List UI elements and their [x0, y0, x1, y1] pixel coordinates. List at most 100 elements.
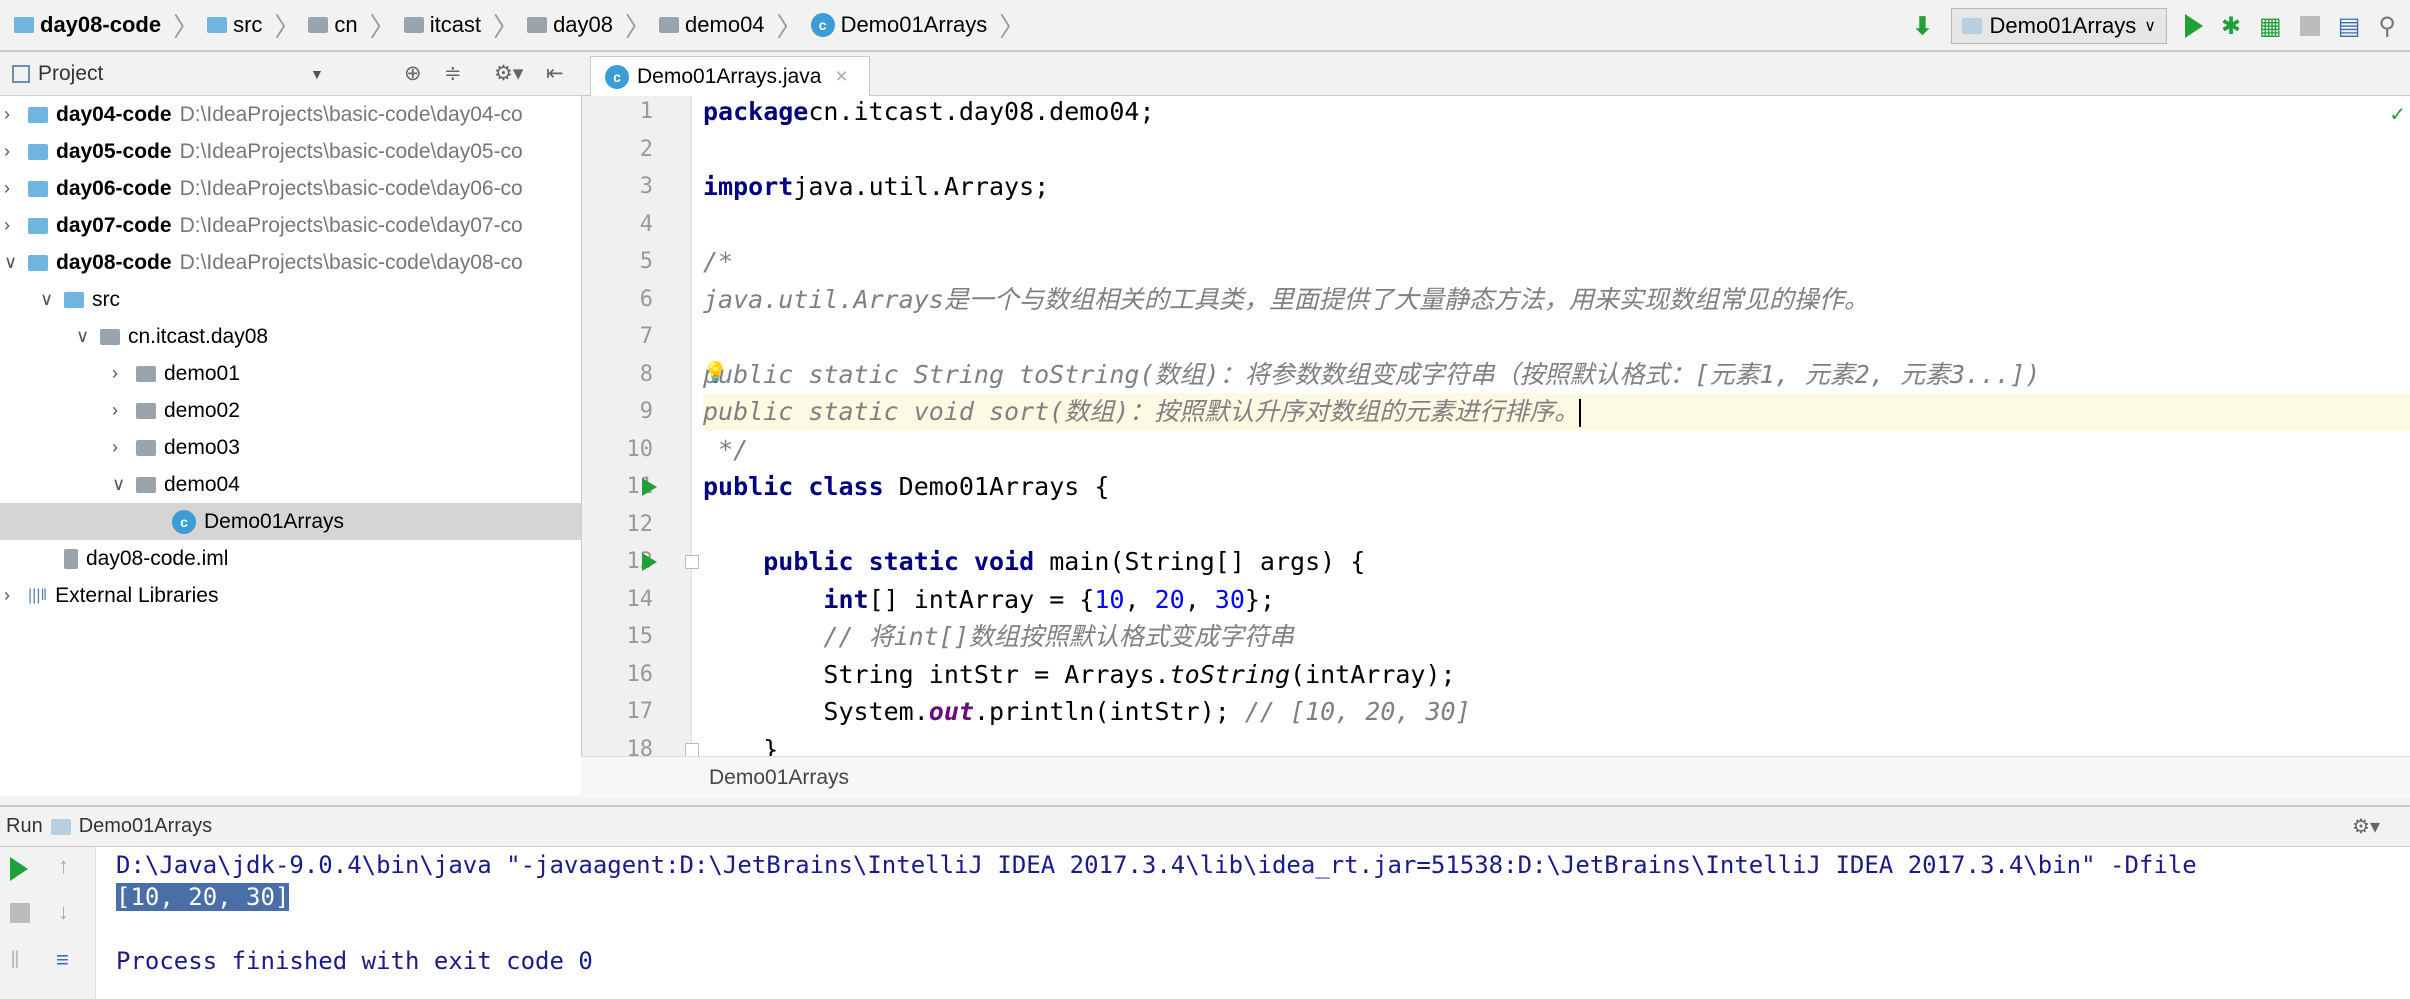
stop-button[interactable]	[2299, 16, 2320, 36]
tree-item[interactable]: › demo03	[0, 429, 581, 466]
chevron-right-icon: 〉	[369, 11, 396, 42]
run-tools: ↑ ↓ ‖ ≡	[0, 847, 96, 999]
library-icon: |||‖	[28, 586, 48, 604]
code-line: java.util.Arrays是一个与数组相关的工具类，里面提供了大量静态方法…	[703, 284, 1869, 314]
chevron-right-icon: 〉	[999, 11, 1026, 42]
breadcrumb-item[interactable]: src 〉	[207, 7, 300, 44]
lightbulb-icon[interactable]: 💡	[703, 360, 728, 385]
tab-demo01arrays-java[interactable]: c Demo01Arrays.java ×	[590, 56, 870, 97]
coverage-button[interactable]: ▦	[2259, 12, 2282, 41]
breadcrumb-item[interactable]: demo04 〉	[659, 7, 803, 44]
tree-item[interactable]: › day07-code D:\IdeaProjects\basic-code\da…	[0, 207, 581, 244]
module-path: D:\IdeaProjects\basic-code\day07-co	[179, 213, 523, 237]
run-gutter-icon[interactable]	[642, 478, 657, 496]
project-panel-header: Project ▼ ⊕ ≑ ⚙▾ ⇤	[0, 52, 581, 96]
line-number: 15	[626, 624, 654, 649]
chevron-right-icon[interactable]: ›	[4, 141, 20, 162]
debug-button[interactable]: ✱	[2221, 12, 2241, 41]
chevron-right-icon: 〉	[173, 11, 200, 42]
chevron-right-icon[interactable]: ›	[4, 585, 20, 606]
stop-button[interactable]	[10, 903, 30, 923]
line-number: 12	[626, 511, 654, 537]
console-line: [10, 20, 30]	[116, 883, 290, 911]
tree-item[interactable]: › day04-code D:\IdeaProjects\basic-code\da…	[0, 96, 581, 133]
code-line: // 将int[]数组按照默认格式变成字符串	[703, 622, 1294, 651]
project-structure-button[interactable]: ▤	[2338, 12, 2361, 41]
editor-breadcrumb: Demo01Arrays	[581, 756, 2410, 798]
line-number: 2	[639, 136, 653, 162]
code-editor[interactable]: 1234567891011121314151617181920 ✓ packag…	[581, 96, 2410, 756]
gear-icon[interactable]: ⚙▾	[2352, 814, 2380, 839]
tree-item[interactable]: › day06-code D:\IdeaProjects\basic-code\da…	[0, 170, 581, 207]
tree-item[interactable]: c Demo01Arrays	[0, 503, 581, 540]
tree-item[interactable]: ∨ src	[0, 281, 581, 318]
chevron-right-icon[interactable]: ›	[4, 178, 20, 199]
run-button[interactable]	[2184, 14, 2203, 38]
tree-item[interactable]: › demo02	[0, 392, 581, 429]
gear-icon[interactable]: ⚙▾	[494, 61, 523, 86]
file-icon	[64, 548, 78, 569]
folder-icon	[64, 291, 84, 308]
config-icon	[50, 818, 71, 835]
line-number: 17	[626, 699, 654, 724]
hide-panel-icon[interactable]: ⇤	[546, 61, 564, 86]
folder-icon	[100, 328, 120, 345]
module-path: D:\IdeaProjects\basic-code\day04-co	[179, 102, 523, 126]
tree-item[interactable]: ∨ day08-code D:\IdeaProjects\basic-code\da…	[0, 244, 581, 281]
folder-icon	[136, 402, 156, 419]
chevron-down-icon[interactable]: ∨	[76, 326, 92, 347]
line-number: 10	[626, 436, 654, 462]
chevron-right-icon[interactable]: ›	[112, 363, 128, 384]
fold-marker-icon[interactable]	[685, 742, 699, 756]
code-line: public static void main(String[] args) {	[763, 547, 1366, 576]
code-line: /*	[703, 247, 734, 276]
chevron-right-icon[interactable]: ›	[112, 437, 128, 458]
soft-wrap-icon[interactable]: ≡	[56, 947, 69, 973]
chevron-down-icon[interactable]: ▼	[310, 66, 324, 82]
breadcrumb-item[interactable]: itcast 〉	[403, 7, 520, 44]
code-line: */	[703, 434, 749, 464]
chevron-right-icon: 〉	[493, 11, 520, 42]
chevron-right-icon[interactable]: ›	[4, 215, 20, 236]
breadcrumb-item[interactable]: day08 〉	[527, 7, 651, 44]
tree-item[interactable]: › day05-code D:\IdeaProjects\basic-code\da…	[0, 133, 581, 170]
tree-item[interactable]: › demo01	[0, 355, 581, 392]
breadcrumb-item[interactable]: c Demo01Arrays 〉	[810, 7, 1026, 44]
tree-item[interactable]: ∨ cn.itcast.day08	[0, 318, 581, 355]
chevron-down-icon[interactable]: ∨	[4, 252, 20, 273]
breadcrumb-item[interactable]: cn 〉	[308, 7, 396, 44]
rerun-button[interactable]	[10, 857, 28, 881]
folder-icon	[14, 17, 34, 33]
run-gutter-icon[interactable]	[642, 553, 657, 571]
fold-marker-icon[interactable]	[685, 555, 699, 569]
java-class-icon: c	[605, 65, 629, 89]
locate-icon[interactable]: ⊕	[404, 61, 422, 86]
arrow-up-icon[interactable]: ↑	[58, 853, 69, 879]
line-number: 9	[639, 399, 653, 424]
module-path: D:\IdeaProjects\basic-code\day06-co	[179, 176, 523, 200]
chevron-right-icon[interactable]: ›	[112, 400, 128, 421]
search-icon[interactable]: ⚲	[2378, 12, 2396, 41]
chevron-down-icon[interactable]: ∨	[40, 289, 56, 310]
code-line: String intStr = Arrays.toString(intArray…	[703, 659, 1456, 689]
arrow-down-icon[interactable]: ↓	[58, 899, 69, 925]
pause-button[interactable]: ‖	[10, 947, 20, 975]
chevron-down-icon[interactable]: ∨	[112, 474, 128, 495]
chevron-right-icon: 〉	[274, 11, 301, 42]
console-output[interactable]: ↑ ↓ ‖ ≡ D:\Java\jdk-9.0.4\bin\java "-jav…	[0, 847, 2410, 999]
close-icon[interactable]: ×	[835, 65, 847, 89]
build-icon[interactable]: ⬇	[1912, 12, 1932, 41]
folder-icon	[207, 17, 228, 33]
chevron-right-icon: 〉	[776, 11, 803, 42]
code-line: public class Demo01Arrays {	[703, 472, 1110, 501]
line-number: 5	[639, 249, 653, 274]
chevron-right-icon[interactable]: ›	[4, 104, 20, 125]
tree-item[interactable]: ∨ demo04	[0, 466, 581, 503]
collapse-all-icon[interactable]: ≑	[444, 61, 462, 86]
tree-item[interactable]: day08-code.iml	[0, 540, 581, 577]
line-number: 3	[639, 174, 653, 199]
run-config-select[interactable]: Demo01Arrays ∨	[1950, 8, 2167, 44]
breadcrumb-item[interactable]: day08-code 〉	[14, 7, 199, 44]
folder-icon	[28, 217, 48, 234]
tree-item[interactable]: › |||‖ External Libraries	[0, 577, 581, 614]
